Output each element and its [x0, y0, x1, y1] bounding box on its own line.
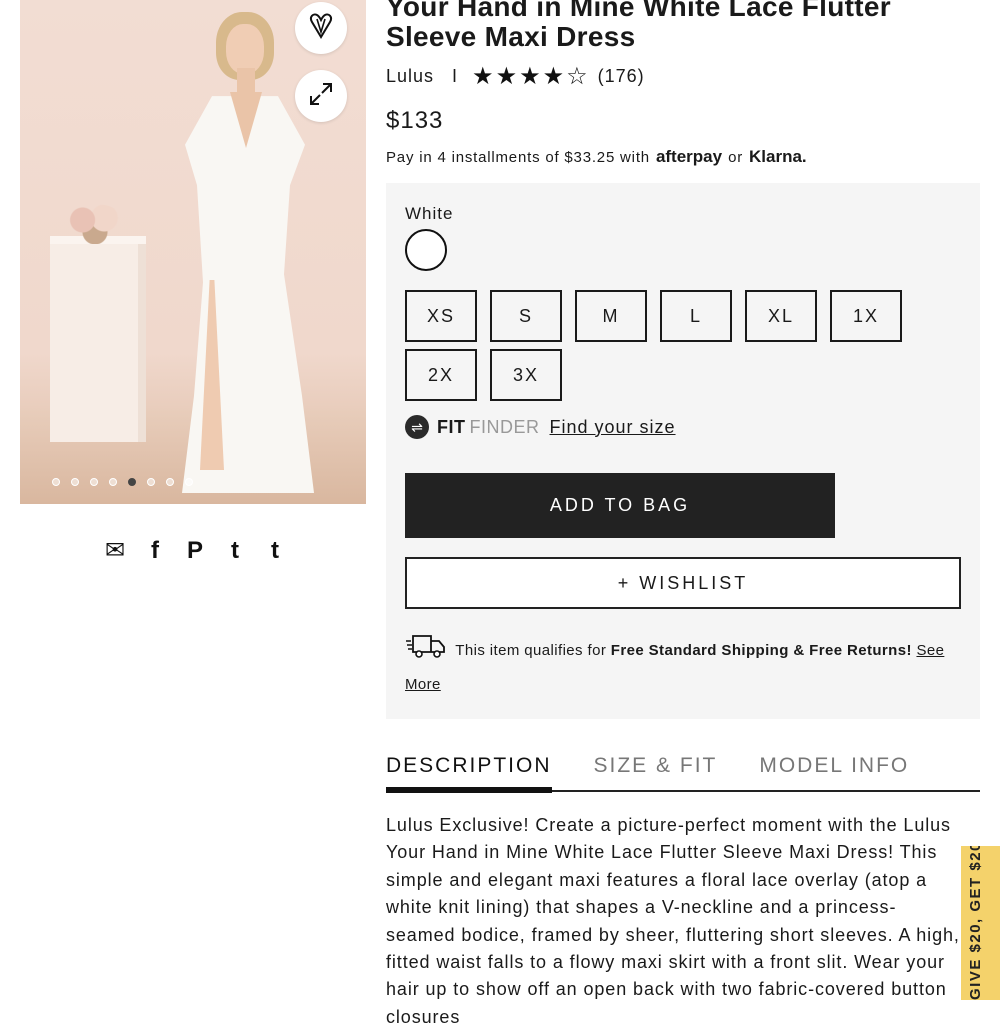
shipping-info: This item qualifies for Free Standard Sh…	[405, 633, 965, 701]
promo-tab[interactable]: GIVE $20, GET $20	[961, 846, 1000, 1000]
tab-size-fit[interactable]: SIZE & FIT	[594, 752, 718, 790]
find-your-size-link[interactable]: Find your size	[550, 417, 676, 438]
add-to-bag-button[interactable]: ADD TO BAG	[405, 473, 835, 538]
model-dress	[182, 96, 314, 493]
size-option-l[interactable]: L	[660, 290, 732, 342]
size-option-xl[interactable]: XL	[745, 290, 817, 342]
model-face	[226, 24, 264, 74]
expand-image-button[interactable]	[295, 70, 347, 122]
gallery-dot[interactable]	[185, 478, 193, 486]
brand-rating-row: Lulus I ★★★★☆ (176)	[386, 62, 645, 91]
product-title: Your Hand in Mine White Lace Flutter Sle…	[386, 0, 891, 52]
price: $133	[386, 107, 444, 134]
gallery-dot[interactable]	[109, 478, 117, 486]
promo-text: GIVE $20, GET $20	[967, 846, 984, 1000]
gallery-dot[interactable]	[166, 478, 174, 486]
facebook-icon[interactable]: f	[144, 537, 166, 565]
heart-icon	[308, 12, 334, 45]
expand-icon	[308, 81, 334, 112]
info-tabs: DESCRIPTION SIZE & FIT MODEL INFO	[386, 752, 980, 793]
shipping-bold: Free Standard Shipping & Free Returns!	[610, 641, 912, 659]
truck-icon	[405, 633, 451, 669]
fit-word: FIT	[437, 416, 466, 437]
wishlist-button[interactable]: + WISHLIST	[405, 557, 961, 609]
tumblr-icon[interactable]: t	[264, 537, 286, 565]
installment-info: Pay in 4 installments of $33.25 with aft…	[386, 147, 807, 167]
size-selector: XS S M L XL 1X 2X 3X	[405, 290, 925, 401]
description-text: Lulus Exclusive! Create a picture-perfec…	[386, 815, 960, 1027]
color-swatch-white[interactable]	[405, 229, 447, 271]
pinterest-icon[interactable]: P	[184, 537, 206, 565]
or-text: or	[728, 149, 744, 166]
finder-word: FINDER	[469, 416, 540, 437]
gallery-dots	[52, 478, 193, 486]
klarna-logo[interactable]: Klarna.	[749, 147, 807, 167]
size-option-3x[interactable]: 3X	[490, 349, 562, 401]
gallery-dot[interactable]	[128, 478, 136, 486]
flowers	[64, 204, 126, 244]
fit-finder-icon: ⇌	[405, 415, 429, 439]
color-label: White	[405, 204, 454, 223]
twitter-icon[interactable]: t	[224, 537, 246, 565]
model-neck	[237, 68, 255, 94]
tab-description[interactable]: DESCRIPTION	[386, 752, 552, 793]
installment-text: Pay in 4 installments of $33.25 with	[386, 149, 650, 166]
gallery-dot[interactable]	[71, 478, 79, 486]
size-option-2x[interactable]: 2X	[405, 349, 477, 401]
review-count[interactable]: (176)	[598, 66, 645, 87]
size-option-xs[interactable]: XS	[405, 290, 477, 342]
size-option-1x[interactable]: 1X	[830, 290, 902, 342]
shipping-prefix: This item qualifies for	[455, 641, 607, 659]
share-icons: ✉ f Pt t	[104, 536, 286, 565]
afterpay-logo[interactable]: afterpay	[656, 147, 722, 167]
email-icon[interactable]: ✉	[104, 536, 126, 565]
gallery-dot[interactable]	[90, 478, 98, 486]
tab-model-info[interactable]: MODEL INFO	[759, 752, 909, 790]
size-option-s[interactable]: S	[490, 290, 562, 342]
wishlist-heart-button[interactable]	[295, 2, 347, 54]
separator: I	[452, 66, 459, 86]
gallery-dot[interactable]	[147, 478, 155, 486]
gallery-dot[interactable]	[52, 478, 60, 486]
rating-stars-icon[interactable]: ★★★★☆	[472, 62, 590, 91]
fit-finder: ⇌ FIT FINDER Find your size	[405, 415, 676, 439]
pedestal	[50, 242, 146, 442]
brand-link[interactable]: Lulus	[386, 66, 434, 87]
size-option-m[interactable]: M	[575, 290, 647, 342]
